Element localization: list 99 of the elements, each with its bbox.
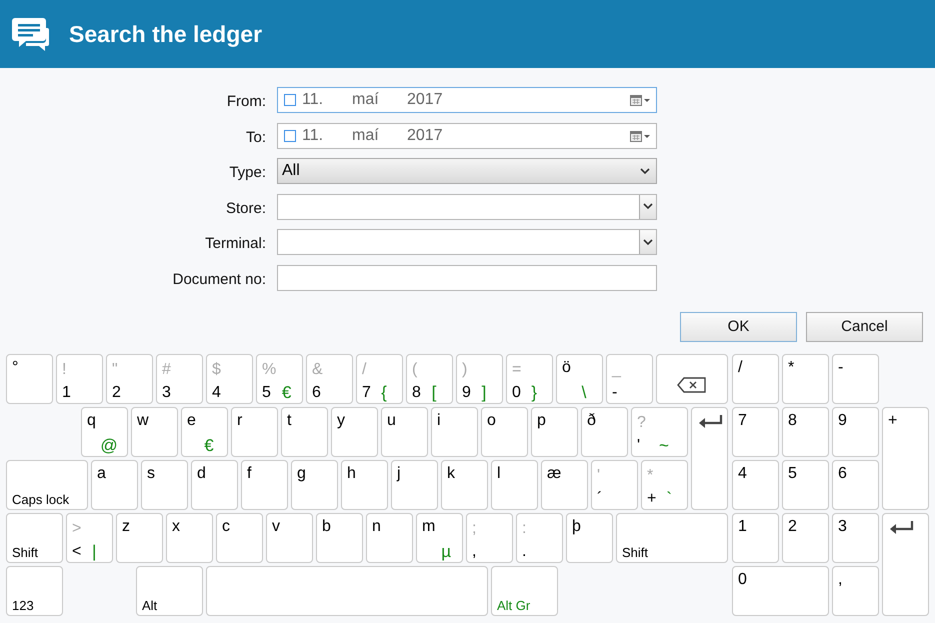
keyboard-key[interactable]: p [531,406,578,456]
type-dropdown[interactable]: All [277,158,657,184]
keyboard-key[interactable]: > < | [66,512,113,562]
keyboard-key[interactable]: 6 [832,460,879,510]
keyboard-key[interactable]: 3 [832,512,879,562]
keyboard-key[interactable]: * [782,354,829,404]
keyboard-key[interactable]: 7 [732,406,779,456]
keyboard-key[interactable]: e € [181,406,228,456]
keyboard-key[interactable]: : . [516,512,563,562]
keyboard-key[interactable]: f [241,460,288,510]
calendar-icon [630,93,651,107]
keyboard-key[interactable]: s [141,460,188,510]
enter-key[interactable] [691,406,728,510]
keyboard-key[interactable]: ° [6,354,53,404]
checkbox[interactable] [284,130,296,142]
keyboard-key[interactable]: 5 [782,460,829,510]
keyboard-key[interactable]: 9 [832,406,879,456]
date-year: 2017 [407,126,443,144]
keyboard-key[interactable]: + [882,406,929,510]
keyboard-key[interactable]: l [491,460,538,510]
modifier-key[interactable]: Caps lock [6,460,88,510]
space-bar[interactable] [206,566,488,616]
keyboard-key[interactable]: ? ' ~ [631,406,688,456]
keyboard-key[interactable]: * + ` [641,460,688,510]
keyboard-key[interactable]: x [166,512,213,562]
combo-box[interactable] [277,194,657,220]
chevron-down-icon [643,203,653,210]
keyboard-key[interactable]: ) 9 ] [456,354,503,404]
dialog-button[interactable]: Cancel [806,312,923,342]
date-day: 11. [302,91,352,109]
keyboard-key[interactable]: m µ [416,512,463,562]
checkbox[interactable] [284,94,296,106]
window-title: Search the ledger [69,20,262,48]
field-label: Terminal: [205,234,266,252]
keyboard-key[interactable]: ö \ [556,354,603,404]
keyboard-key[interactable]: 0 [732,566,829,616]
keyboard-key[interactable]: a [91,460,138,510]
keyboard-key[interactable]: v [266,512,313,562]
chat-bubbles-icon [12,16,49,52]
field-label: Document no: [172,270,266,288]
combo-box[interactable] [277,229,657,255]
keyboard-key[interactable]: ' ´ [591,460,638,510]
keyboard-key[interactable]: þ [566,512,613,562]
keyboard-key[interactable]: n [366,512,413,562]
modifier-key[interactable]: 123 [6,566,63,616]
keyboard-key[interactable]: z [116,512,163,562]
keyboard-key[interactable]: d [191,460,238,510]
keyboard-key[interactable]: y [331,406,378,456]
keyboard-key[interactable]: æ [541,460,588,510]
keyboard-key[interactable]: q @ [81,406,128,456]
keyboard-key[interactable]: u [381,406,428,456]
keyboard-key[interactable]: _ - [606,354,653,404]
field-label: Type: [229,163,266,181]
keyboard-key[interactable]: / [732,354,779,404]
field-label: To: [246,128,266,146]
chevron-down-icon [643,238,653,246]
enter-icon [698,414,723,428]
modifier-key[interactable]: Alt Gr [491,566,558,616]
backspace-key[interactable] [656,354,728,404]
chevron-down-icon [640,168,650,174]
keyboard-key[interactable]: - [832,354,879,404]
modifier-key[interactable]: Shift [616,512,728,562]
modifier-key[interactable]: Alt [136,566,203,616]
keyboard-key[interactable]: b [316,512,363,562]
field-label: Store: [226,198,266,216]
field-label: From: [226,92,266,110]
keyboard-key[interactable]: ð [581,406,628,456]
keyboard-key[interactable]: 4 [732,460,779,510]
keyboard-key[interactable]: / 7 { [356,354,403,404]
keyboard-key[interactable]: j [391,460,438,510]
input-field[interactable] [277,264,657,290]
keyboard-key[interactable]: i [431,406,478,456]
keyboard-key[interactable]: r [231,406,278,456]
date-day: 11. [302,126,352,144]
keyboard-key[interactable]: 8 [782,406,829,456]
keyboard-key[interactable]: ( 8 [ [406,354,453,404]
keyboard-key[interactable]: o [481,406,528,456]
date-field[interactable]: 11. maí 2017 [277,87,657,113]
keyboard-key[interactable]: = 0 } [506,354,553,404]
date-month: maí [352,126,380,144]
keyboard-key[interactable]: w [131,406,178,456]
backspace-icon [677,376,706,392]
dialog-button[interactable]: OK [680,312,797,342]
date-year: 2017 [407,91,443,109]
enter-icon [889,520,914,534]
date-month: maí [352,91,380,109]
date-field[interactable]: 11. maí 2017 [277,122,657,148]
modifier-key[interactable]: Shift [6,512,63,562]
keyboard-key[interactable]: , [832,566,879,616]
keyboard-key[interactable]: ; , [466,512,513,562]
keyboard-key[interactable]: 2 [782,512,829,562]
calendar-icon [630,128,651,142]
keyboard-key[interactable]: % 5 € [256,354,303,404]
keyboard-key[interactable]: k [441,460,488,510]
keyboard-key[interactable]: 1 [732,512,779,562]
keyboard-key[interactable]: c [216,512,263,562]
keyboard-key[interactable]: h [341,460,388,510]
keyboard-key[interactable]: g [291,460,338,510]
keyboard-key[interactable]: t [281,406,328,456]
